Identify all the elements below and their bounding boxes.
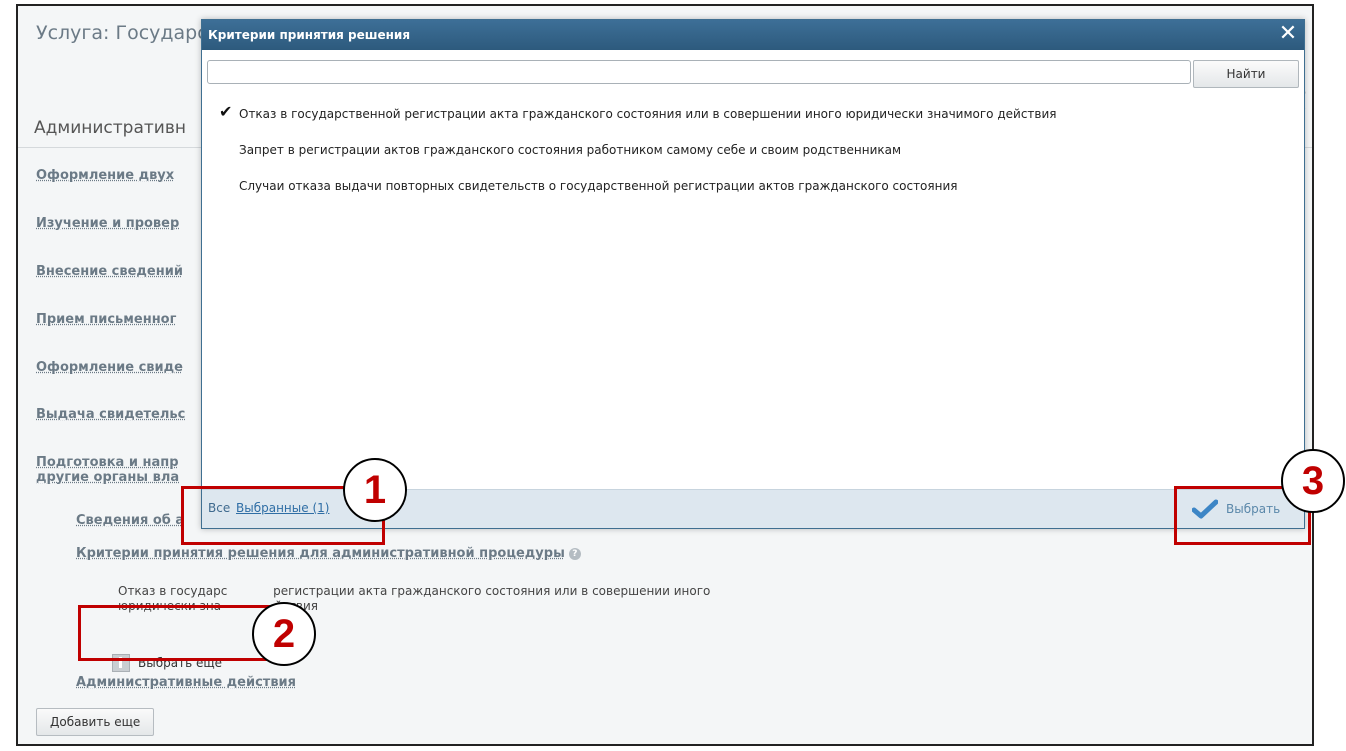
criteria-modal: Критерии принятия решения ✕ Найти ✔ Отка… [201, 19, 1305, 529]
annotation-marker-3: 3 [1281, 449, 1345, 513]
list-item[interactable]: Случаи отказа выдачи повторных свидетель… [207, 176, 1299, 212]
procedure-link-1[interactable]: Оформление двух [36, 168, 174, 183]
close-icon[interactable]: ✕ [1278, 23, 1298, 45]
add-more-button[interactable]: Добавить еще [36, 708, 155, 736]
procedure-link-3[interactable]: Внесение сведений [36, 264, 183, 279]
modal-header: Критерии принятия решения ✕ [202, 20, 1304, 50]
annotation-marker-2: 2 [252, 602, 316, 666]
list-item-label: Запрет в регистрации актов гражданского … [239, 143, 902, 157]
procedure-link-6[interactable]: Выдача свидетельс [36, 407, 185, 422]
search-row: Найти [207, 60, 1299, 88]
annotation-marker-1: 1 [343, 458, 407, 522]
list-item-label: Отказ в государственной регистрации акта… [239, 107, 1057, 121]
list-item-label: Случаи отказа выдачи повторных свидетель… [239, 179, 958, 193]
list-item[interactable]: Запрет в регистрации актов гражданского … [207, 140, 1299, 176]
criteria-heading-link[interactable]: Критерии принятия решения для администра… [76, 546, 581, 561]
procedure-link-5[interactable]: Оформление свиде [36, 360, 183, 375]
procedure-link-2[interactable]: Изучение и провер [36, 216, 179, 231]
procedure-link-4[interactable]: Прием письменног [36, 312, 176, 327]
search-input[interactable] [207, 60, 1191, 84]
info-link[interactable]: Сведения об а [76, 513, 184, 528]
criteria-list: ✔ Отказ в государственной регистрации ак… [207, 102, 1299, 212]
procedure-link-prep-line1[interactable]: Подготовка и напр [36, 455, 179, 470]
admin-actions-link[interactable]: Административные действия [76, 675, 296, 690]
modal-title: Критерии принятия решения [208, 28, 411, 42]
list-item[interactable]: ✔ Отказ в государственной регистрации ак… [207, 102, 1299, 140]
selected-criterion-line: Отказ в государс регистрации акта гражда… [118, 584, 711, 598]
criteria-heading-text: Критерии принятия решения для администра… [76, 546, 565, 561]
section-title: Административн [34, 118, 186, 138]
procedure-link-prep-line2[interactable]: другие органы вла [36, 470, 179, 485]
help-icon[interactable]: ? [568, 547, 581, 560]
checkmark-icon: ✔ [219, 102, 233, 121]
service-title: Услуга: Государс [36, 22, 208, 44]
search-button[interactable]: Найти [1193, 60, 1299, 88]
